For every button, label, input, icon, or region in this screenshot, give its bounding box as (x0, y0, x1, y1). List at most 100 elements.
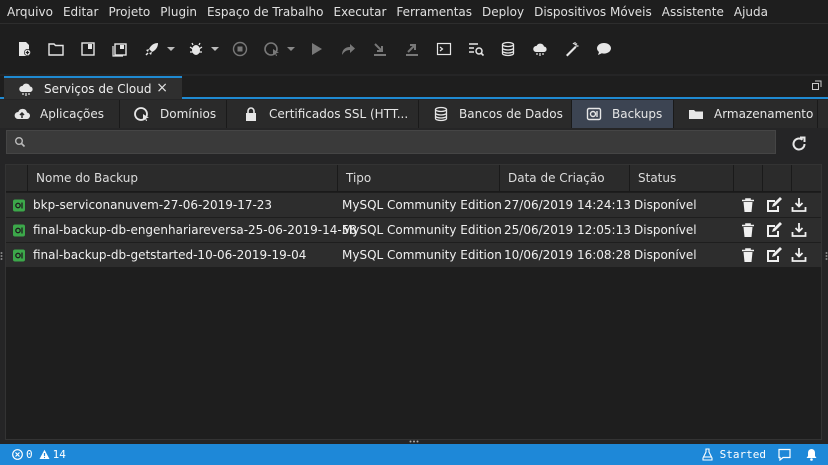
globe-cursor-icon (134, 107, 149, 121)
tab-servicos-de-cloud[interactable]: Serviços de Cloud × (4, 76, 182, 99)
backup-disk-icon (586, 107, 602, 121)
menu-espaco-de-trabalho[interactable]: Espaço de Trabalho (202, 0, 328, 24)
delete-icon[interactable] (740, 222, 756, 238)
menu-executar[interactable]: Executar (329, 0, 392, 24)
cloud-subtabs: Aplicações Domínios Certificados SSL (HT… (0, 100, 828, 128)
search-box[interactable] (6, 130, 776, 154)
subtab-armazenamento[interactable]: Armazenamento (674, 100, 818, 128)
database-icon[interactable] (496, 37, 520, 61)
search-icon (15, 137, 26, 148)
delete-icon[interactable] (740, 197, 756, 213)
error-count: 0 (26, 448, 33, 461)
download-icon[interactable] (791, 197, 807, 213)
edit-icon[interactable] (766, 222, 782, 238)
backup-status: Disponível (634, 248, 697, 262)
wand-icon[interactable] (560, 37, 584, 61)
menu-ferramentas[interactable]: Ferramentas (391, 0, 477, 24)
tab-label: Serviços de Cloud (44, 81, 152, 96)
import-icon[interactable] (368, 37, 392, 61)
horizontal-splitter-grip[interactable] (409, 440, 419, 443)
feedback-chat-icon[interactable] (778, 448, 791, 461)
edit-icon[interactable] (766, 197, 782, 213)
refresh-icon[interactable] (789, 134, 809, 154)
table-header: Nome do Backup Tipo Data de Criação Stat… (6, 165, 821, 192)
globe-dropdown-caret-icon[interactable] (286, 45, 296, 53)
play-icon[interactable] (304, 37, 328, 61)
header-actions-3 (792, 165, 821, 192)
backup-type: MySQL Community Edition (342, 223, 502, 237)
menu-deploy[interactable]: Deploy (477, 0, 529, 24)
table-row[interactable]: bkp-serviconanuvem-27-06-2019-17-23 MySQ… (6, 193, 821, 218)
run-state-label[interactable]: Started (720, 448, 766, 461)
backup-name: bkp-serviconanuvem-27-06-2019-17-23 (33, 198, 273, 212)
globe-run-icon[interactable] (260, 37, 284, 61)
table-row[interactable]: final-backup-db-engenhariareversa-25-06-… (6, 218, 821, 243)
table-row[interactable]: final-backup-db-getstarted-10-06-2019-19… (6, 243, 821, 268)
backup-disk-icon (13, 249, 25, 262)
menu-editar[interactable]: Editar (58, 0, 104, 24)
cloud-icon[interactable] (528, 37, 552, 61)
backup-date: 25/06/2019 12:05:13 (504, 223, 631, 237)
lock-icon (246, 107, 256, 121)
edit-icon[interactable] (766, 247, 782, 263)
close-tab-icon[interactable]: × (156, 80, 168, 96)
search-input[interactable] (33, 133, 763, 151)
run-dropdown-caret-icon[interactable] (166, 45, 176, 53)
subtab-dominios[interactable]: Domínios (120, 100, 227, 128)
download-icon[interactable] (791, 222, 807, 238)
chat-icon[interactable] (592, 37, 616, 61)
search-row (0, 128, 828, 160)
export-icon[interactable] (400, 37, 424, 61)
backup-name: final-backup-db-engenhariareversa-25-06-… (33, 223, 357, 237)
menu-plugin[interactable]: Plugin (155, 0, 202, 24)
menu-ajuda[interactable]: Ajuda (729, 0, 773, 24)
terminal-icon[interactable] (432, 37, 456, 61)
header-nome-do-backup[interactable]: Nome do Backup (28, 165, 338, 192)
left-splitter-grip[interactable] (0, 252, 3, 260)
subtab-backups[interactable]: Backups (572, 100, 674, 128)
new-file-icon[interactable] (12, 37, 36, 61)
backup-name: final-backup-db-getstarted-10-06-2019-19… (33, 248, 307, 262)
backup-date: 27/06/2019 14:24:13 (504, 198, 631, 212)
status-bar: 0 14 Started (0, 444, 828, 465)
menu-assistente[interactable]: Assistente (657, 0, 729, 24)
delete-icon[interactable] (740, 247, 756, 263)
subtab-bancos-de-dados[interactable]: Bancos de Dados (419, 100, 572, 128)
subtab-aplicacoes[interactable]: Aplicações (0, 100, 120, 128)
backup-type: MySQL Community Edition (342, 198, 502, 212)
save-icon[interactable] (76, 37, 100, 61)
open-folder-icon[interactable] (44, 37, 68, 61)
warning-icon (39, 449, 50, 459)
header-actions-1 (734, 165, 763, 192)
backup-type: MySQL Community Edition (342, 248, 502, 262)
header-tipo[interactable]: Tipo (338, 165, 500, 192)
redo-icon[interactable] (336, 37, 360, 61)
menu-projeto[interactable]: Projeto (103, 0, 155, 24)
save-all-icon[interactable] (108, 37, 132, 61)
problems-indicator[interactable]: 0 14 (0, 448, 66, 461)
list-search-icon[interactable] (464, 37, 488, 61)
database-icon (434, 106, 448, 122)
editor-tab-strip: Serviços de Cloud × (0, 76, 828, 99)
notifications-bell-icon[interactable] (805, 448, 818, 461)
error-icon (12, 449, 23, 460)
menu-bar: Arquivo Editar Projeto Plugin Espaço de … (0, 0, 828, 24)
menu-dispositivos-moveis[interactable]: Dispositivos Móveis (529, 0, 657, 24)
header-data-de-criacao[interactable]: Data de Criação (500, 165, 630, 192)
backup-status: Disponível (634, 223, 697, 237)
bug-icon[interactable] (184, 37, 208, 61)
run-state-icon (702, 448, 713, 461)
warning-count: 14 (52, 448, 66, 461)
download-icon[interactable] (791, 247, 807, 263)
menu-arquivo[interactable]: Arquivo (2, 0, 58, 24)
header-status[interactable]: Status (630, 165, 734, 192)
rocket-icon[interactable] (140, 37, 164, 61)
debug-dropdown-caret-icon[interactable] (210, 45, 220, 53)
backup-status: Disponível (634, 198, 697, 212)
maximize-icon[interactable] (812, 80, 822, 90)
cloud-upload-icon (14, 108, 30, 120)
header-icon-column (6, 165, 28, 192)
subtab-certificados-ssl[interactable]: Certificados SSL (HTT... (227, 100, 419, 128)
backup-disk-icon (13, 199, 25, 212)
stop-icon[interactable] (228, 37, 252, 61)
